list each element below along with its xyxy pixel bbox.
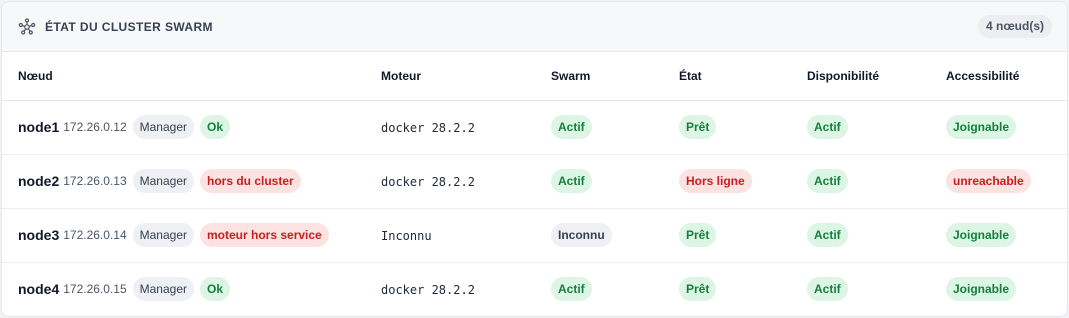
node-name: node1 [18, 119, 60, 135]
column-header-state: État [663, 52, 791, 101]
state-badge: Prêt [679, 223, 717, 247]
cell-node: node2 172.26.0.13 Manager hors du cluster [2, 154, 365, 209]
node-status-badge: Ok [200, 277, 231, 302]
cell-node: node3 172.26.0.14 Manager moteur hors servi… [2, 208, 365, 263]
state-badge: Prêt [679, 115, 717, 139]
column-header-availability: Disponibilité [791, 52, 930, 101]
node-count-badge: 4 nœud(s) [978, 15, 1052, 38]
cell-engine: Inconnu [365, 208, 535, 263]
swarm-badge: Inconnu [551, 223, 612, 247]
engine-version: docker 28.2.2 [381, 282, 475, 297]
table-row: node4 172.26.0.15 Manager Ok docker 28.2.2 Ac… [2, 262, 1067, 316]
cell-reachability: Joignable [930, 100, 1067, 155]
availability-badge: Actif [807, 223, 848, 247]
node-ip: 172.26.0.12 [63, 120, 127, 134]
table-row: node1 172.26.0.12 Manager Ok docker 28.2.2 Ac… [2, 100, 1067, 155]
node-status-badge: hors du cluster [200, 169, 301, 193]
node-ip: 172.26.0.15 [63, 282, 127, 297]
cell-swarm: Inconnu [535, 208, 663, 263]
cell-availability: Actif [791, 154, 930, 209]
reachability-badge: unreachable [946, 169, 1031, 193]
state-badge: Prêt [679, 277, 717, 302]
node-status-badge: moteur hors service [200, 223, 329, 247]
role-badge: Manager [132, 223, 195, 247]
table-header-row: Nœud Moteur Swarm État Disponibilité Acc… [2, 52, 1067, 101]
cell-swarm: Actif [535, 100, 663, 155]
card-header: ÉTAT DU CLUSTER SWARM 4 nœud(s) [2, 2, 1067, 52]
availability-badge: Actif [807, 169, 848, 193]
cell-availability: Actif [791, 100, 930, 155]
engine-version: docker 28.2.2 [381, 120, 475, 135]
cell-state: Hors ligne [663, 154, 791, 209]
cell-state: Prêt [663, 208, 791, 263]
node-name: node4 [18, 281, 60, 298]
cell-node: node1 172.26.0.12 Manager Ok [2, 100, 365, 155]
cell-availability: Actif [791, 262, 930, 316]
node-status-badge: Ok [200, 115, 231, 139]
card-title: ÉTAT DU CLUSTER SWARM [45, 19, 213, 34]
role-badge: Manager [132, 277, 195, 302]
cell-state: Prêt [663, 262, 791, 316]
column-header-swarm: Swarm [535, 52, 663, 101]
role-badge: Manager [132, 115, 195, 139]
state-badge: Hors ligne [679, 169, 752, 193]
cell-reachability: unreachable [930, 154, 1067, 209]
column-header-reachability: Accessibilité [930, 52, 1067, 101]
column-header-node: Nœud [2, 52, 365, 101]
node-ip: 172.26.0.14 [63, 228, 127, 242]
reachability-badge: Joignable [946, 277, 1017, 302]
cluster-icon [18, 17, 36, 36]
cell-engine: docker 28.2.2 [365, 100, 535, 155]
nodes-table: Nœud Moteur Swarm État Disponibilité Acc… [2, 52, 1067, 316]
cell-availability: Actif [791, 208, 930, 263]
swarm-badge: Actif [551, 169, 592, 193]
cell-engine: docker 28.2.2 [365, 262, 535, 316]
swarm-cluster-card: ÉTAT DU CLUSTER SWARM 4 nœud(s) Nœud Mot… [1, 1, 1068, 317]
node-ip: 172.26.0.13 [63, 174, 127, 188]
table-row: node3 172.26.0.14 Manager moteur hors servi… [2, 208, 1067, 263]
engine-version: Inconnu [381, 228, 432, 243]
engine-version: docker 28.2.2 [381, 174, 475, 189]
cell-swarm: Actif [535, 154, 663, 209]
table-row: node2 172.26.0.13 Manager hors du cluster do… [2, 154, 1067, 209]
cell-swarm: Actif [535, 262, 663, 316]
cell-state: Prêt [663, 100, 791, 155]
swarm-badge: Actif [551, 277, 592, 302]
swarm-badge: Actif [551, 115, 592, 139]
cell-reachability: Joignable [930, 262, 1067, 316]
node-name: node2 [18, 173, 60, 189]
cell-node: node4 172.26.0.15 Manager Ok [2, 262, 365, 316]
availability-badge: Actif [807, 115, 848, 139]
role-badge: Manager [132, 169, 195, 193]
reachability-badge: Joignable [946, 115, 1017, 139]
availability-badge: Actif [807, 277, 848, 302]
reachability-badge: Joignable [946, 223, 1017, 247]
cell-engine: docker 28.2.2 [365, 154, 535, 209]
column-header-engine: Moteur [365, 52, 535, 101]
cell-reachability: Joignable [930, 208, 1067, 263]
node-name: node3 [18, 227, 60, 243]
